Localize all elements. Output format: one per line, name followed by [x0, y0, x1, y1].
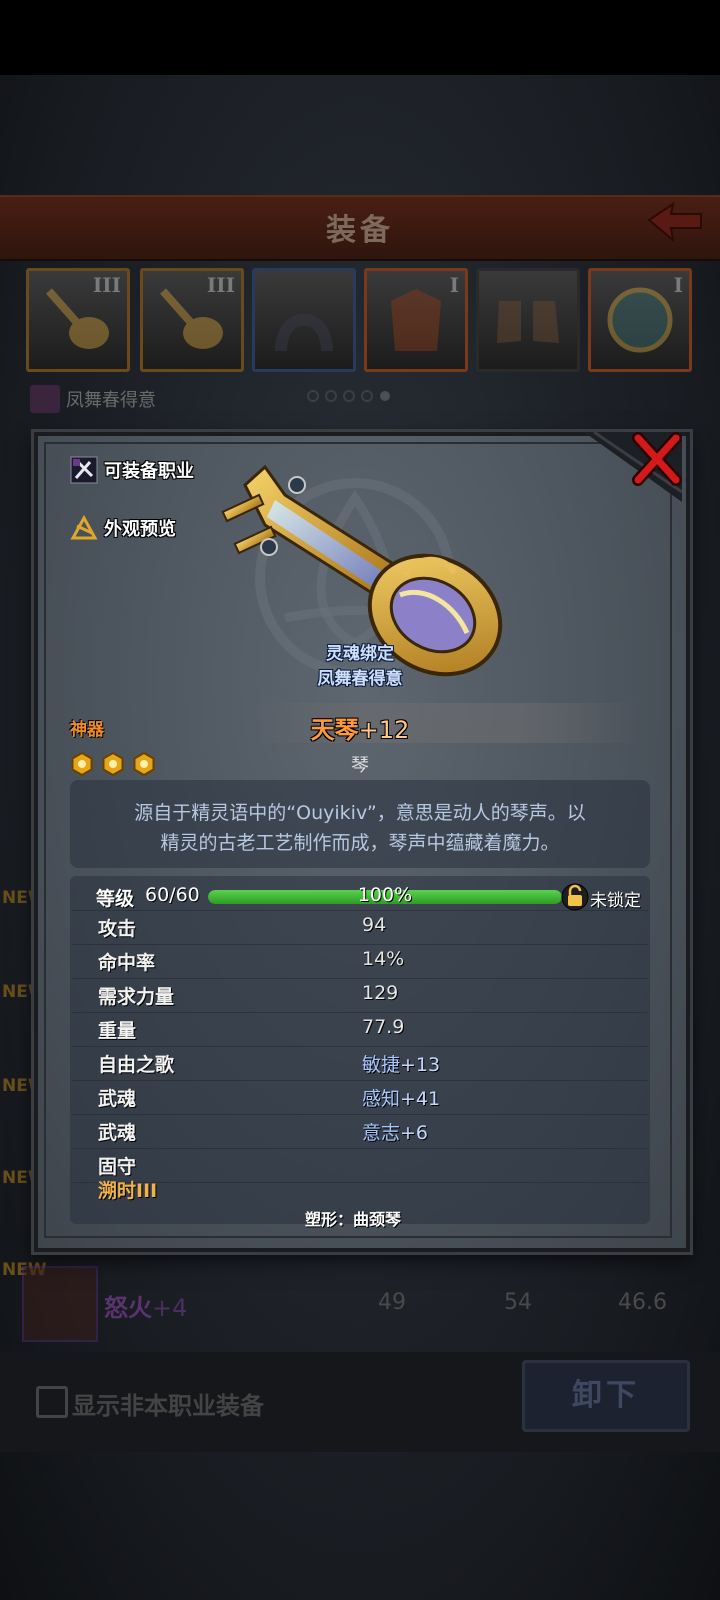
amulet-icon — [607, 287, 673, 353]
equip-class-button[interactable]: 可装备职业 — [70, 453, 194, 487]
stat-name: 溯时III — [98, 1180, 158, 1202]
list-item-stat: 46.6 — [618, 1290, 667, 1315]
page-indicator — [307, 390, 390, 402]
item-name: 天琴+12 — [310, 716, 410, 744]
reshape-label: 塑形：曲颈琴 — [305, 1210, 402, 1229]
appearance-preview-label: 外观预览 — [104, 519, 176, 540]
level-percent: 100% — [357, 884, 413, 906]
set-icon — [30, 385, 60, 413]
equipment-slot[interactable]: I — [364, 268, 468, 372]
stat-row: 重量 77.9 — [72, 1012, 648, 1047]
slot-tier: I — [449, 273, 459, 297]
stat-value: 77.9 — [362, 1016, 405, 1038]
stat-name: 攻击 — [98, 918, 137, 940]
hood-icon — [275, 313, 333, 351]
stat-value: 129 — [362, 982, 399, 1004]
stat-row: 命中率 14% — [72, 944, 648, 979]
page-title: 装备 — [326, 213, 394, 248]
appearance-preview-button[interactable]: 外观预览 — [70, 511, 176, 545]
stat-name: 重量 — [98, 1020, 137, 1042]
status-bar — [0, 0, 720, 75]
back-arrow-icon[interactable] — [645, 200, 705, 244]
stat-row: 需求力量 129 — [72, 978, 648, 1013]
unlock-icon[interactable] — [561, 883, 589, 911]
show-other-class-checkbox[interactable] — [36, 1386, 68, 1418]
item-description: 源自于精灵语中的“Ouyikiv”，意思是动人的琴声。以 精灵的古老工艺制作而成… — [134, 802, 586, 854]
equipment-slot[interactable]: I — [588, 268, 692, 372]
appearance-icon — [70, 514, 98, 540]
stat-value: 94 — [362, 914, 387, 936]
stat-value: 感知+41 — [362, 1088, 441, 1110]
unequip-button[interactable]: 卸下 — [522, 1360, 690, 1432]
stat-value: 14% — [362, 948, 405, 970]
stat-row: 溯时III — [72, 1172, 648, 1206]
equipment-slot[interactable]: III — [140, 268, 244, 372]
close-icon[interactable] — [632, 432, 682, 486]
list-item-stat: 49 — [378, 1290, 406, 1315]
stat-name: 命中率 — [98, 952, 156, 974]
armor-icon — [391, 289, 441, 351]
stat-name: 武魂 — [98, 1122, 137, 1144]
stat-name: 武魂 — [98, 1088, 137, 1110]
item-type: 琴 — [351, 755, 369, 776]
list-item-stat: 54 — [504, 1290, 532, 1315]
class-swords-icon — [70, 456, 98, 484]
set-name: 凤舞春得意 — [66, 390, 156, 411]
stat-name: 需求力量 — [98, 986, 175, 1008]
stat-row: 自由之歌 敏捷+13 — [72, 1046, 648, 1081]
stat-name: 自由之歌 — [98, 1054, 175, 1076]
stat-row: 武魂 感知+41 — [72, 1080, 648, 1115]
equipment-slot[interactable] — [252, 268, 356, 372]
stat-row: 武魂 意志+6 — [72, 1114, 648, 1149]
stat-value: 敏捷+13 — [362, 1054, 441, 1076]
soulbound-label: 灵魂绑定 — [326, 644, 394, 664]
equip-class-label: 可装备职业 — [104, 461, 194, 482]
stat-value: 意志+6 — [362, 1122, 429, 1144]
slot-tier: III — [206, 273, 235, 297]
equipment-slot[interactable]: III — [26, 268, 130, 372]
show-other-class-label[interactable]: 显示非本职业装备 — [72, 1386, 264, 1421]
level-value: 60/60 — [145, 884, 200, 906]
soulbound-owner: 凤舞春得意 — [317, 669, 403, 689]
boots-icon — [497, 301, 559, 343]
level-label: 等级 — [96, 888, 135, 910]
slot-tier: I — [673, 273, 683, 297]
stat-row: 攻击 94 — [72, 910, 648, 945]
list-item-name[interactable]: 怒火+4 — [104, 1288, 187, 1323]
equipment-slot[interactable] — [476, 268, 580, 372]
slot-tier: III — [92, 273, 121, 297]
lock-status[interactable]: 未锁定 — [590, 886, 641, 911]
list-item-icon[interactable] — [22, 1266, 98, 1342]
